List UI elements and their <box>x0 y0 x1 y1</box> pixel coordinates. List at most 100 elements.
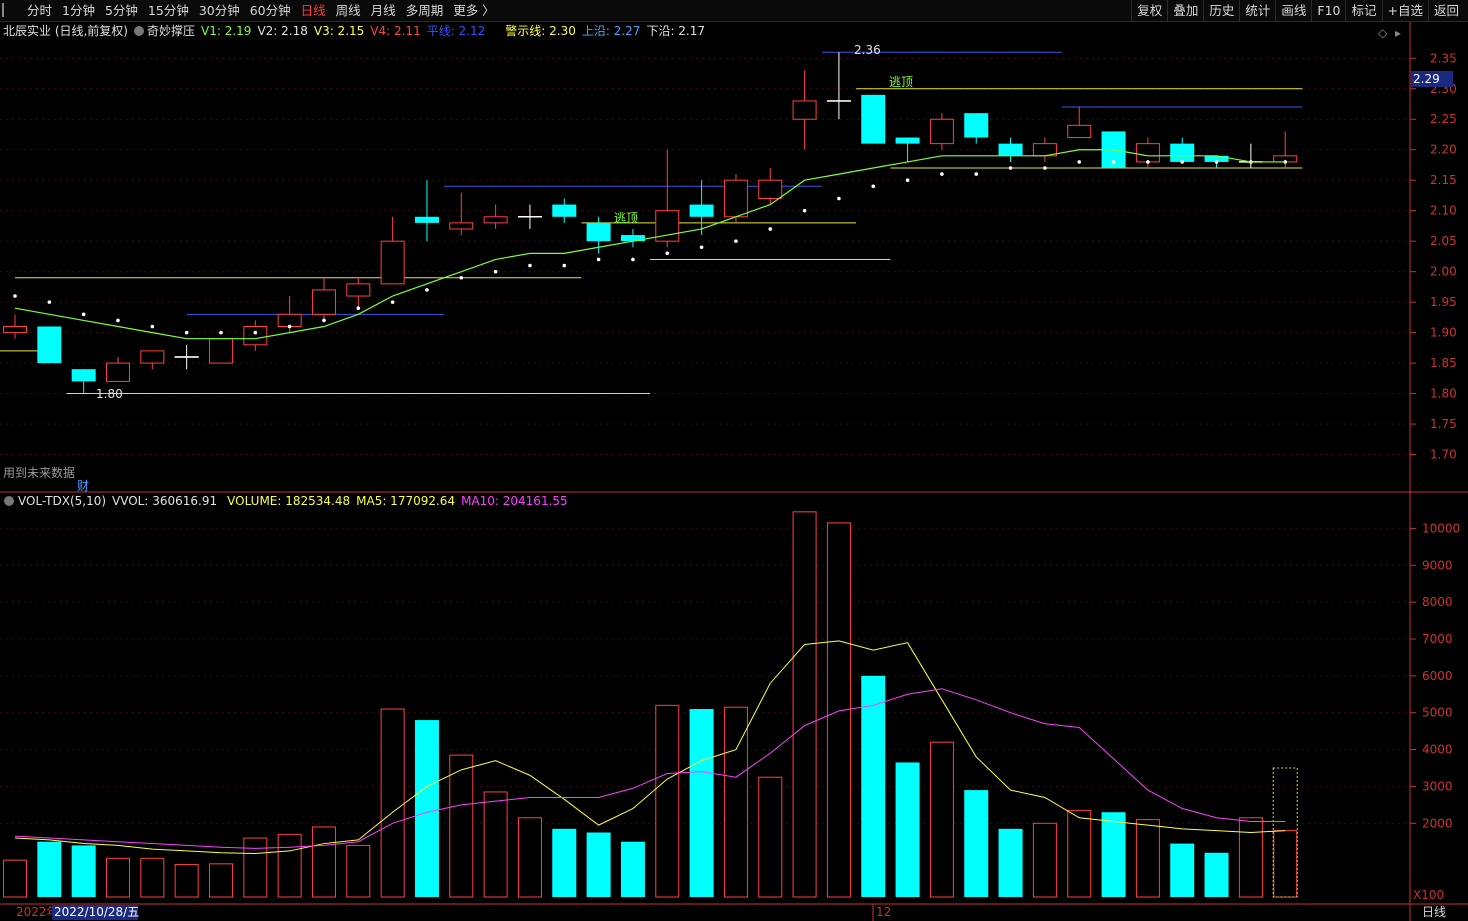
volume-bar-up[interactable] <box>1032 822 1057 898</box>
volume-bar-up[interactable] <box>449 754 474 898</box>
volume-tick-label: 9000 <box>1422 558 1453 572</box>
stock-chart[interactable]: 2.352.302.252.202.152.102.052.001.951.90… <box>0 0 1468 921</box>
volume-bar-up[interactable] <box>929 741 954 898</box>
volume-bar-up[interactable] <box>483 791 508 898</box>
support-dot <box>768 227 773 231</box>
volume-bar-up[interactable] <box>723 706 748 898</box>
volume-bar-down[interactable] <box>1204 852 1229 897</box>
volume-bar-down[interactable] <box>552 828 577 897</box>
support-dot <box>356 306 361 311</box>
volume-bar-up[interactable] <box>346 844 371 898</box>
volume-bar-up[interactable] <box>3 859 27 898</box>
volume-bar-up[interactable] <box>1273 830 1298 898</box>
volume-bar-up[interactable] <box>277 833 302 898</box>
volume-bar-up[interactable] <box>655 704 680 898</box>
volume-ma5-line <box>14 640 1286 855</box>
vol-unit-label: X100 <box>1413 888 1444 902</box>
support-dot <box>631 257 635 262</box>
candle-up[interactable] <box>3 326 27 334</box>
volume-bar-down[interactable] <box>1101 812 1126 897</box>
volume-bar-up[interactable] <box>1135 819 1160 898</box>
volume-bar-down[interactable] <box>71 845 96 897</box>
volume-bar-up[interactable] <box>311 826 336 898</box>
volume-bar-up[interactable] <box>792 511 817 898</box>
candle-down[interactable] <box>1170 143 1195 162</box>
volume-bar-down[interactable] <box>1170 843 1195 897</box>
support-dot <box>596 257 601 262</box>
support-dot <box>390 300 395 304</box>
volume-bar-down[interactable] <box>620 841 645 897</box>
volume-bar-up[interactable] <box>517 817 542 898</box>
support-dot <box>1146 160 1150 164</box>
candle-up[interactable] <box>346 283 371 297</box>
candle-down[interactable] <box>552 204 577 217</box>
volume-bar-down[interactable] <box>37 841 62 897</box>
price-tick-label: 2.20 <box>1430 143 1457 157</box>
volume-bar-down[interactable] <box>414 720 439 897</box>
candle-up[interactable] <box>243 326 268 346</box>
candle-down[interactable] <box>689 204 714 217</box>
candle-up[interactable] <box>723 179 748 218</box>
diamond-icon[interactable]: ◇ <box>1378 26 1388 40</box>
volume-bar-up[interactable] <box>380 708 405 898</box>
candle-up[interactable] <box>277 313 302 328</box>
volume-tick-label: 7000 <box>1422 632 1453 646</box>
date-cursor-label: 2022/10/28/五 <box>54 905 139 919</box>
candle-up[interactable] <box>483 216 508 224</box>
support-dot <box>1077 160 1082 164</box>
price-tick-label: 2.05 <box>1430 234 1457 248</box>
candle-down[interactable] <box>964 113 989 138</box>
volume-bar-down[interactable] <box>689 709 714 897</box>
volume-bar-down[interactable] <box>998 828 1023 897</box>
volume-bar-down[interactable] <box>586 832 611 898</box>
current-price-label: 2.29 <box>1413 72 1440 86</box>
price-tick-label: 2.10 <box>1430 204 1457 218</box>
volume-bar-down[interactable] <box>895 762 920 897</box>
price-tick-label: 1.90 <box>1430 326 1457 340</box>
candle-up[interactable] <box>792 100 817 120</box>
candle-down[interactable] <box>895 137 920 144</box>
candle-up[interactable] <box>449 222 474 230</box>
support-dot <box>1214 160 1219 164</box>
candle-down[interactable] <box>998 143 1023 156</box>
candle-down[interactable] <box>861 94 886 144</box>
volume-tick-label: 5000 <box>1422 706 1453 720</box>
support-dot <box>905 178 910 183</box>
candle-up[interactable] <box>140 350 165 364</box>
volume-bar-up[interactable] <box>208 863 233 898</box>
volume-tick-label: 4000 <box>1422 743 1453 757</box>
candle-up[interactable] <box>208 338 233 364</box>
volume-bar-up[interactable] <box>105 857 130 898</box>
month-label: 12 <box>876 905 891 919</box>
volume-bar-up[interactable] <box>174 864 199 898</box>
volume-bar-up[interactable] <box>140 857 165 898</box>
volume-bar-up[interactable] <box>1238 817 1263 898</box>
volume-bar-up[interactable] <box>758 776 783 898</box>
candle-down[interactable] <box>414 216 439 223</box>
finance-marker[interactable]: 财 <box>77 479 89 493</box>
price-tick-label: 2.00 <box>1430 265 1457 279</box>
ma-line <box>14 149 1286 340</box>
candle-up[interactable] <box>380 240 405 285</box>
escape-top-label-1: 逃顶 <box>889 75 913 89</box>
support-dot <box>871 184 876 189</box>
candle-down[interactable] <box>586 222 611 242</box>
candle-up[interactable] <box>758 179 783 199</box>
candle-down[interactable] <box>37 326 62 364</box>
support-dot <box>287 324 292 329</box>
chevron-icon[interactable]: ▸ <box>1395 26 1401 40</box>
volume-bar-up[interactable] <box>243 837 268 898</box>
support-dot <box>322 318 326 323</box>
volume-bar-down[interactable] <box>964 790 989 897</box>
candle-up[interactable] <box>311 289 336 315</box>
candle-up[interactable] <box>1067 124 1092 139</box>
price-tick-label: 1.75 <box>1430 417 1457 431</box>
volume-bar-up[interactable] <box>1067 809 1092 898</box>
support-dot <box>184 330 189 335</box>
candle-up[interactable] <box>1135 143 1160 163</box>
volume-bar-down[interactable] <box>861 675 886 897</box>
candle-up[interactable] <box>105 362 130 382</box>
candle-up[interactable] <box>929 118 954 145</box>
escape-top-label-2: 逃顶 <box>614 211 638 225</box>
candle-down[interactable] <box>71 369 96 382</box>
